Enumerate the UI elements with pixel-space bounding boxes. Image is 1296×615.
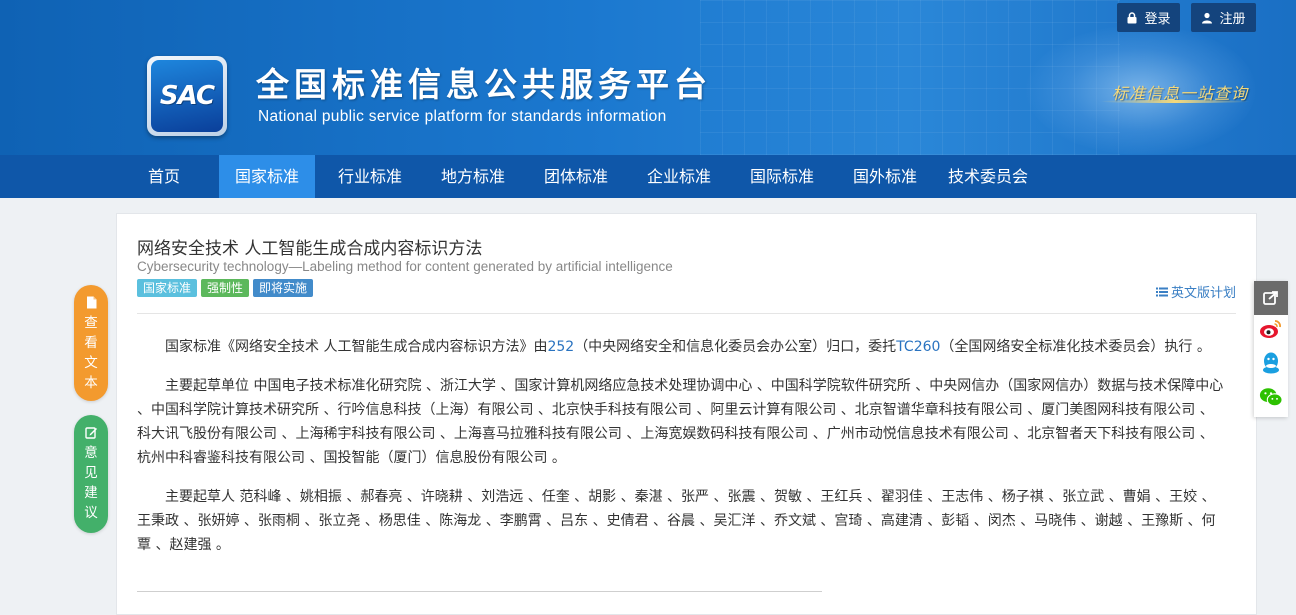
register-label: 注册 xyxy=(1219,12,1246,27)
main-nav: 首页 国家标准 行业标准 地方标准 团体标准 企业标准 国际标准 国外标准 技术… xyxy=(0,155,1296,198)
weibo-icon xyxy=(1260,320,1281,338)
weibo-share-button[interactable] xyxy=(1259,317,1283,341)
wechat-icon xyxy=(1259,388,1283,407)
tag-mandatory: 强制性 xyxy=(201,279,250,297)
share-bar xyxy=(1254,281,1288,417)
para1-text: （中央网络安全和信息化委员会办公室）归口，委托 xyxy=(574,339,897,355)
qq-share-button[interactable] xyxy=(1259,351,1283,375)
english-plan-link[interactable]: 英文版计划 xyxy=(1155,282,1236,301)
sac-logo-inner: SAC xyxy=(151,60,223,132)
para1-text: 国家标准《网络安全技术 人工智能生成合成内容标识方法》由 xyxy=(165,339,548,355)
site-title-cn: 全国标准信息公共服务平台 xyxy=(256,65,712,104)
feedback-char: 意 xyxy=(84,445,98,461)
nav-item-group[interactable]: 团体标准 xyxy=(532,155,620,198)
qq-icon xyxy=(1263,352,1279,374)
nav-item-home[interactable]: 首页 xyxy=(135,155,193,198)
section-divider xyxy=(137,591,822,592)
standard-tags: 国家标准 强制性 即将实施 xyxy=(137,279,314,297)
login-button[interactable]: 登录 xyxy=(1117,3,1180,32)
tag-upcoming: 即将实施 xyxy=(253,279,314,297)
nav-item-national[interactable]: 国家标准 xyxy=(219,155,315,198)
standard-detail-card: 网络安全技术 人工智能生成合成内容标识方法 Cybersecurity tech… xyxy=(116,213,1257,615)
sac-logo[interactable]: SAC xyxy=(147,56,227,136)
user-icon xyxy=(1202,12,1213,23)
tag-national-standard: 国家标准 xyxy=(137,279,198,297)
view-text-button[interactable]: 查 看 文 本 xyxy=(74,285,108,401)
nav-item-international[interactable]: 国际标准 xyxy=(738,155,826,198)
feedback-char: 议 xyxy=(84,505,98,521)
view-text-char: 文 xyxy=(84,355,98,371)
drafters-paragraph: 主要起草人 范科峰 、姚相振 、郝春亮 、许晓耕 、刘浩远 、任奎 、胡影 、秦… xyxy=(137,489,1216,553)
standard-subtitle: Cybersecurity technology—Labeling method… xyxy=(137,259,673,274)
nav-item-local[interactable]: 地方标准 xyxy=(429,155,517,198)
view-text-label: 查 看 文 本 xyxy=(84,313,98,393)
lock-icon xyxy=(1127,11,1137,23)
view-text-char: 看 xyxy=(84,335,98,351)
wechat-share-button[interactable] xyxy=(1259,385,1283,409)
register-button[interactable]: 注册 xyxy=(1191,3,1256,32)
management-paragraph: 国家标准《网络安全技术 人工智能生成合成内容标识方法》由252（中央网络安全和信… xyxy=(137,335,1227,359)
view-text-char: 本 xyxy=(84,375,98,391)
nav-item-tech-committee[interactable]: 技术委员会 xyxy=(940,155,1036,198)
para1-text: （全国网络安全标准化技术委员会）执行 。 xyxy=(940,339,1211,355)
drafting-units-paragraph: 主要起草单位 中国电子技术标准化研究院 、浙江大学 、国家计算机网络应急技术处理… xyxy=(137,378,1224,466)
view-text-char: 查 xyxy=(84,315,98,331)
english-plan-label: 英文版计划 xyxy=(1170,286,1236,301)
header-divider xyxy=(137,313,1236,314)
file-icon xyxy=(86,296,96,309)
nav-item-industry[interactable]: 行业标准 xyxy=(326,155,414,198)
standard-title: 网络安全技术 人工智能生成合成内容标识方法 xyxy=(137,239,483,259)
feedback-button[interactable]: 意 见 建 议 xyxy=(74,415,108,533)
edit-icon xyxy=(84,427,97,439)
share-toggle-button[interactable] xyxy=(1254,281,1288,315)
sac-logo-text: SAC xyxy=(159,81,215,111)
feedback-label: 意 见 建 议 xyxy=(84,443,98,523)
site-title-en: National public service platform for sta… xyxy=(258,108,667,125)
share-icon xyxy=(1263,291,1278,305)
site-header: 登录 注册 SAC 全国标准信息公共服务平台 National public s… xyxy=(0,0,1296,155)
committee-tc260-link[interactable]: TC260 xyxy=(896,339,940,355)
committee-252-link[interactable]: 252 xyxy=(547,339,574,355)
nav-item-foreign[interactable]: 国外标准 xyxy=(841,155,929,198)
list-icon xyxy=(1155,287,1168,296)
slogan-underline xyxy=(1100,100,1250,103)
nav-item-enterprise[interactable]: 企业标准 xyxy=(635,155,723,198)
feedback-char: 见 xyxy=(84,465,98,481)
login-label: 登录 xyxy=(1144,12,1171,27)
feedback-char: 建 xyxy=(84,485,98,501)
